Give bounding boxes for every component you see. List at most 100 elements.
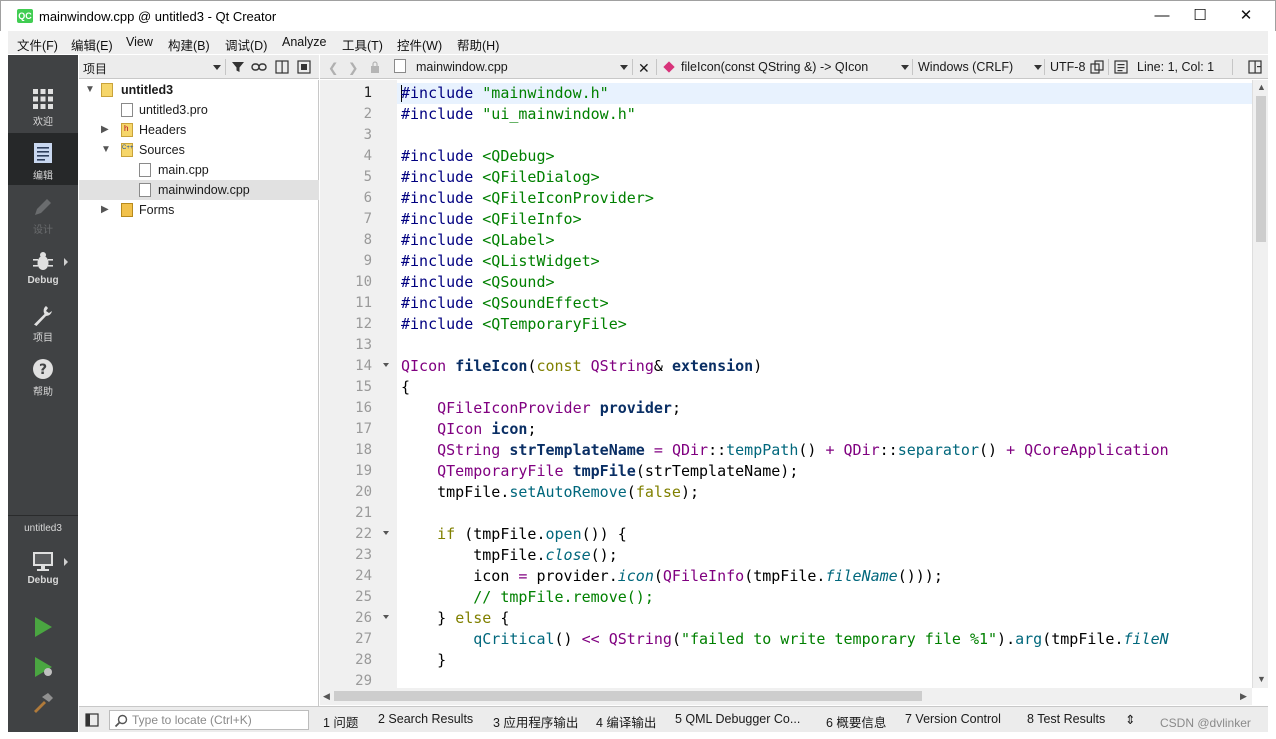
scroll-left-icon[interactable]: ◀ (323, 691, 330, 702)
project-view-dropdown-icon[interactable] (213, 65, 221, 70)
output-tab-version-control[interactable]: 7 Version Control (905, 712, 1001, 726)
output-tab-general-messages[interactable]: 6 概要信息 (826, 712, 886, 731)
code-line: QIcon fileIcon(const QString& extension) (401, 357, 763, 375)
menu-help[interactable]: 帮助(H) (457, 35, 499, 54)
more-output-panes-icon[interactable]: ⇕ (1125, 712, 1135, 727)
tree-item-main-cpp[interactable]: main.cpp (79, 160, 319, 180)
menu-build[interactable]: 构建(B) (168, 35, 210, 54)
symbol-selector[interactable]: fileIcon(const QString &) -> QIcon (681, 60, 868, 74)
tree-item-pro-file[interactable]: untitled3.pro (79, 100, 319, 120)
line-number-gutter: 1 2 3 4 5 6 7 8 9 10 11 12 13 14 15 16 1… (320, 80, 397, 689)
line-number: 17 (355, 421, 372, 437)
toggle-sidebar-icon[interactable] (85, 713, 99, 727)
watermark-text: CSDN @dvlinker (1160, 716, 1251, 730)
text-format-icon[interactable] (1114, 60, 1128, 74)
vertical-scroll-thumb[interactable] (1256, 96, 1266, 242)
code-line: #include <QTemporaryFile> (401, 315, 627, 333)
qt-creator-logo-icon: QC (17, 9, 33, 23)
mode-edit-label: 编辑 (33, 171, 53, 182)
code-line: icon = provider.icon(QFileInfo(tmpFile.f… (401, 567, 943, 585)
output-tab-qml-debugger[interactable]: 5 QML Debugger Co... (675, 712, 800, 726)
line-ending-dropdown-icon[interactable] (1034, 65, 1042, 70)
open-document-selector[interactable]: mainwindow.cpp (416, 60, 508, 74)
code-line: #include <QSoundEffect> (401, 294, 609, 312)
tree-item-sources[interactable]: ▼ C++ Sources (79, 140, 319, 160)
fold-arrow-icon[interactable] (383, 363, 389, 367)
design-pencil-icon (35, 199, 51, 215)
project-view-selector[interactable]: 项目 (83, 60, 107, 77)
locator-input[interactable] (132, 713, 302, 727)
kit-selector[interactable]: Debug (8, 541, 78, 593)
chevron-down-icon[interactable]: ▼ (101, 145, 111, 155)
scroll-up-icon[interactable]: ▲ (1257, 82, 1266, 92)
mode-design[interactable]: 设计 (8, 187, 78, 239)
tree-item-mainwindow-cpp[interactable]: mainwindow.cpp (79, 180, 319, 200)
chevron-down-icon[interactable]: ▼ (85, 85, 95, 95)
vertical-scrollbar[interactable]: ▲ ▼ (1252, 80, 1268, 688)
scroll-right-icon[interactable]: ▶ (1240, 691, 1247, 702)
line-number: 12 (355, 316, 372, 332)
code-editor[interactable]: #include "mainwindow.h" #include "ui_mai… (397, 80, 1252, 688)
menu-widgets[interactable]: 控件(W) (397, 35, 442, 54)
chevron-right-icon[interactable]: ▶ (101, 205, 111, 215)
mode-help-label: 帮助 (33, 387, 53, 398)
mode-debug[interactable]: Debug (8, 241, 78, 293)
tree-item-untitled3[interactable]: ▼ untitled3 (79, 80, 319, 100)
mode-help[interactable]: ? 帮助 (8, 349, 78, 401)
horizontal-scrollbar[interactable]: ◀ ▶ (320, 688, 1252, 705)
fold-arrow-icon[interactable] (383, 531, 389, 535)
debug-run-icon[interactable] (31, 655, 55, 679)
code-line: QIcon icon; (437, 420, 537, 438)
help-glyph: ? (39, 362, 47, 378)
filter-icon[interactable] (231, 60, 245, 74)
navigate-forward-icon[interactable]: ❯ (348, 60, 358, 75)
mode-edit[interactable]: 编辑 (8, 133, 78, 185)
code-line: QString strTemplateName = QDir::tempPath… (437, 441, 1169, 459)
menu-tools[interactable]: 工具(T) (342, 35, 383, 54)
menu-analyze[interactable]: Analyze (282, 35, 326, 49)
split-pane-icon[interactable] (275, 60, 289, 74)
horizontal-scroll-thumb[interactable] (334, 691, 922, 701)
encoding-copy-icon[interactable] (1090, 60, 1104, 74)
close-pane-icon[interactable] (297, 60, 311, 74)
output-tab-test-results[interactable]: 8 Test Results (1027, 712, 1105, 726)
output-tab-application-output[interactable]: 3 应用程序输出 (493, 712, 578, 731)
close-document-icon[interactable]: ✕ (638, 60, 650, 77)
output-tab-issues[interactable]: 1 问题 (323, 712, 358, 731)
line-number: 26 (355, 610, 372, 626)
locator-box[interactable] (109, 710, 309, 730)
code-line: // tmpFile.remove(); (473, 588, 654, 606)
menu-edit[interactable]: 编辑(E) (71, 35, 113, 54)
menu-view[interactable]: View (126, 35, 153, 49)
menu-debug[interactable]: 调试(D) (225, 35, 267, 54)
symbol-dropdown-icon[interactable] (901, 65, 909, 70)
tree-item-headers[interactable]: ▶ h Headers (79, 120, 319, 140)
line-number: 29 (355, 673, 372, 689)
run-icon[interactable] (31, 615, 55, 639)
split-editor-icon[interactable] (1248, 60, 1262, 74)
line-number: 13 (355, 337, 372, 353)
scroll-down-icon[interactable]: ▼ (1257, 674, 1266, 684)
output-tab-compile-output[interactable]: 4 编译输出 (596, 712, 656, 731)
close-button[interactable]: ✕ (1223, 1, 1269, 32)
cpp-file-icon (394, 59, 406, 73)
mode-projects[interactable]: 项目 (8, 295, 78, 347)
menu-bar: 文件(F) 编辑(E) View 构建(B) 调试(D) Analyze 工具(… (8, 31, 1268, 54)
fold-arrow-icon[interactable] (383, 615, 389, 619)
line-number: 19 (355, 463, 372, 479)
navigate-back-icon[interactable]: ❮ (328, 60, 338, 75)
build-hammer-icon[interactable] (31, 691, 55, 715)
encoding-button[interactable]: UTF-8 (1050, 60, 1085, 74)
mode-welcome[interactable]: 欢迎 (8, 79, 78, 131)
chevron-right-icon[interactable]: ▶ (101, 125, 111, 135)
menu-file[interactable]: 文件(F) (17, 35, 58, 54)
tree-item-forms[interactable]: ▶ Forms (79, 200, 319, 220)
line-number: 2 (363, 106, 372, 122)
output-tab-search-results[interactable]: 2 Search Results (378, 712, 473, 726)
maximize-button[interactable]: ☐ (1177, 1, 1223, 32)
line-number: 8 (363, 232, 372, 248)
cursor-position[interactable]: Line: 1, Col: 1 (1137, 60, 1214, 74)
link-editor-icon[interactable] (251, 60, 267, 74)
document-dropdown-icon[interactable] (620, 65, 628, 70)
line-ending-selector[interactable]: Windows (CRLF) (918, 60, 1013, 74)
